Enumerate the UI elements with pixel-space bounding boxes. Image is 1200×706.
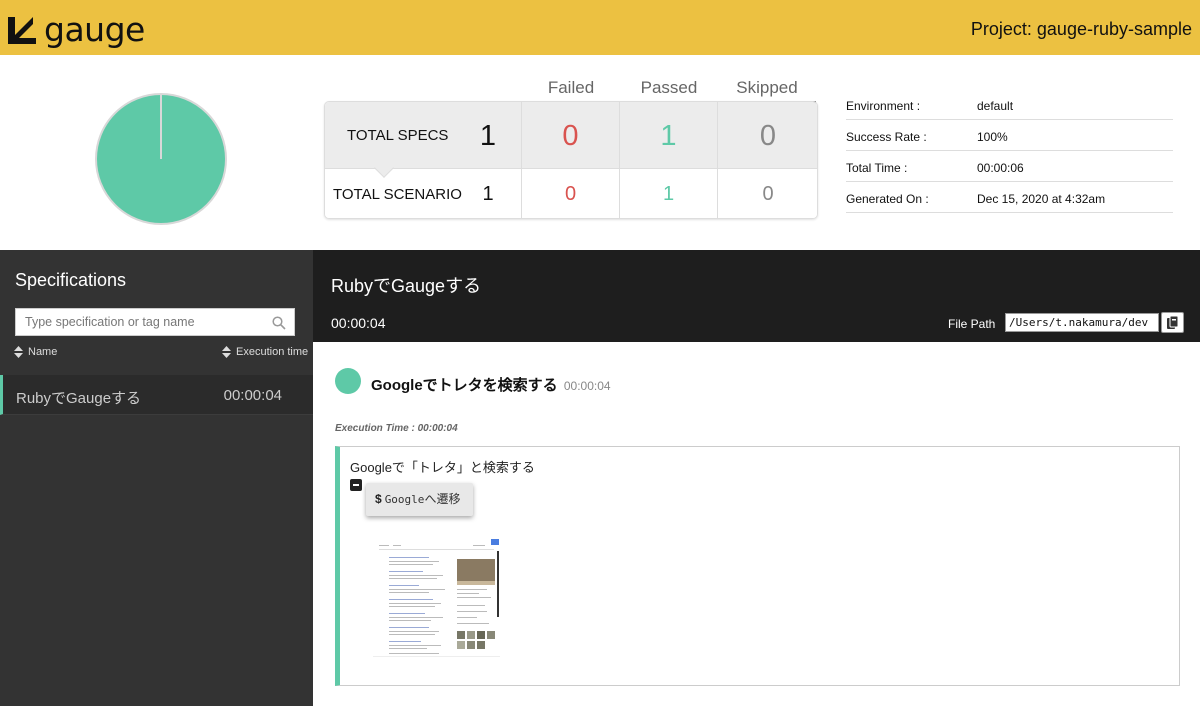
env-key: Generated On : xyxy=(846,192,929,206)
env-value: Dec 15, 2020 at 4:32am xyxy=(977,192,1106,206)
specs-skipped-count[interactable]: 0 xyxy=(718,120,817,153)
sort-icon xyxy=(222,346,231,358)
env-key: Environment : xyxy=(846,99,921,113)
clipboard-icon xyxy=(1167,316,1179,329)
gauge-logo[interactable]: gauge xyxy=(6,10,145,49)
scenario-title[interactable]: Googleでトレタを検索する 00:00:04 xyxy=(371,374,611,395)
env-value: 100% xyxy=(977,130,1008,144)
collapse-toggle-icon[interactable] xyxy=(350,479,362,491)
app-header: gauge Project: gauge-ruby-sample xyxy=(0,0,1200,55)
summary-stats: Failed Passed Skipped TOTAL SPECS 1 0 1 … xyxy=(324,70,818,219)
env-key: Success Rate : xyxy=(846,130,927,144)
sort-name-label: Name xyxy=(28,346,58,358)
passed-status-icon xyxy=(335,368,361,394)
skipped-header: Skipped xyxy=(736,78,798,97)
specs-passed-count[interactable]: 1 xyxy=(620,120,717,153)
command-rest: へ遷移 xyxy=(424,492,461,506)
sort-time-label: Execution time xyxy=(236,346,309,358)
env-row-total-time: Total Time : 00:00:06 xyxy=(846,151,1173,182)
step-block: Googleで「トレタ」と検索する $ Googleへ遷移 xyxy=(335,446,1180,686)
environment-info: Environment : default Success Rate : 100… xyxy=(846,89,1173,213)
execution-time: Execution Time : 00:00:04 xyxy=(335,423,458,434)
scenario-panel: Googleでトレタを検索する 00:00:04 Execution Time … xyxy=(313,342,1200,706)
project-name: Project: gauge-ruby-sample xyxy=(970,19,1192,39)
scenario-passed-count[interactable]: 1 xyxy=(620,183,717,206)
total-scenario-count: 1 xyxy=(482,183,494,205)
scenario-failed-count[interactable]: 0 xyxy=(522,183,619,206)
scenario-title-text: Googleでトレタを検索する xyxy=(371,377,558,394)
logo-text: gauge xyxy=(44,10,145,49)
env-value: default xyxy=(977,99,1014,113)
env-row-success-rate: Success Rate : 100% xyxy=(846,120,1173,151)
spec-list-item[interactable]: RubyでGaugeする 00:00:04 xyxy=(0,375,313,415)
search-input[interactable] xyxy=(16,309,256,335)
file-path-field[interactable]: /Users/t.nakamura/dev xyxy=(1005,313,1159,332)
command-prefix: $ xyxy=(375,492,382,506)
env-row-environment: Environment : default xyxy=(846,89,1173,120)
scenario-skipped-count[interactable]: 0 xyxy=(718,183,817,206)
step-command[interactable]: $ Googleへ遷移 xyxy=(366,483,473,516)
env-value: 00:00:06 xyxy=(977,161,1024,175)
search-icon[interactable] xyxy=(272,316,286,330)
spec-item-name: RubyでGaugeする xyxy=(16,390,142,407)
sidebar-title: Specifications xyxy=(15,270,127,290)
total-specs-count: 1 xyxy=(479,120,497,152)
env-key: Total Time : xyxy=(846,161,908,175)
total-specs-label: TOTAL SPECS xyxy=(347,127,449,144)
stats-table: TOTAL SPECS 1 0 1 0 TOTAL SCENARIO 1 0 1… xyxy=(324,101,818,219)
sort-icon xyxy=(14,346,23,358)
spec-title: RubyでGaugeする xyxy=(331,276,482,296)
command-keyword: Google xyxy=(384,493,425,506)
spec-header: RubyでGaugeする 00:00:04 File Path /Users/t… xyxy=(313,250,1200,342)
copy-path-button[interactable] xyxy=(1161,312,1184,333)
summary-pie-chart xyxy=(95,93,227,225)
gauge-logo-icon xyxy=(8,17,36,44)
total-scenario-label: TOTAL SCENARIO xyxy=(333,186,462,203)
spec-item-time: 00:00:04 xyxy=(223,387,282,404)
specs-failed-count[interactable]: 0 xyxy=(522,120,619,153)
sort-by-execution-time[interactable]: Execution time xyxy=(222,346,308,358)
spec-search xyxy=(15,308,295,336)
screenshot-thumbnail[interactable] xyxy=(373,539,500,657)
step-text: Googleで「トレタ」と検索する xyxy=(350,460,535,475)
file-path-label: File Path xyxy=(948,317,996,331)
failed-header: Failed xyxy=(547,78,595,97)
sort-by-name[interactable]: Name xyxy=(14,346,57,358)
spec-duration: 00:00:04 xyxy=(331,315,386,331)
scenario-time: 00:00:04 xyxy=(563,379,611,393)
passed-header: Passed xyxy=(640,78,698,97)
specifications-sidebar: Specifications Name Execution time Rubyで… xyxy=(0,250,313,706)
env-row-generated-on: Generated On : Dec 15, 2020 at 4:32am xyxy=(846,182,1173,213)
